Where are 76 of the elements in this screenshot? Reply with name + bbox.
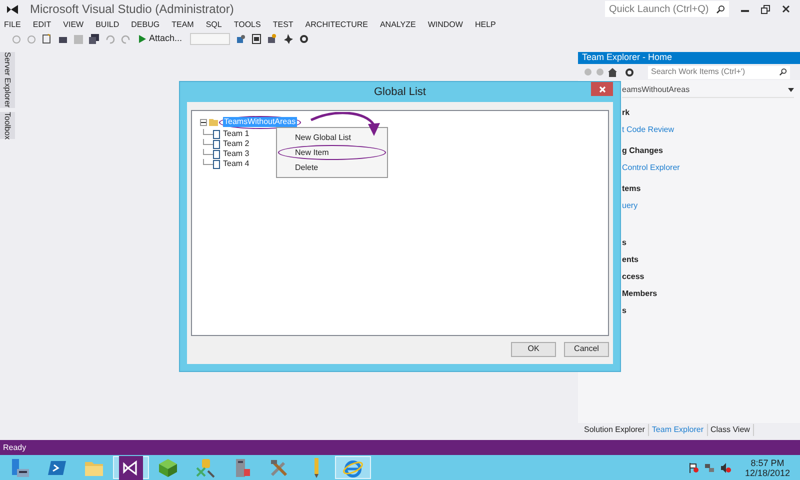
save-all-icon[interactable] [89,34,99,44]
close-icon[interactable] [782,5,790,13]
document-icon[interactable] [252,34,262,44]
side-tab[interactable]: Toolbox [0,112,15,140]
restore-icon[interactable] [761,4,770,14]
menu-item[interactable]: BUILD [96,19,120,31]
tree-item[interactable]: Team 2 [223,139,250,149]
panel-title: Team Explorer - Home [582,51,672,64]
menu-item[interactable]: VIEW [63,19,84,31]
menu-item[interactable]: TOOLS [234,19,261,31]
search-icon [779,68,787,76]
open-folder-icon[interactable] [58,34,68,44]
play-icon [139,35,146,43]
new-project-icon[interactable] [42,34,52,44]
search-icon [716,4,725,14]
section-heading[interactable]: ccess [622,270,794,283]
section-heading[interactable]: rk [622,106,794,119]
section-link[interactable]: Control Explorer [622,161,794,174]
tree-item[interactable]: Team 4 [223,159,250,169]
caret-icon[interactable] [788,88,794,92]
section-heading[interactable]: g Changes [622,144,794,157]
section-heading[interactable]: s [622,304,794,317]
dialog-title: Global List [374,84,426,100]
menu-item[interactable]: FILE [4,19,21,31]
menu-item[interactable]: SQL [206,19,222,31]
tree-item[interactable]: Team 3 [223,149,250,159]
dialog-button[interactable]: OK [511,342,556,356]
database-tools-icon [194,456,216,478]
pencil-icon [314,458,318,478]
find-icon[interactable] [236,34,246,44]
menu-item[interactable]: ARCHITECTURE [305,19,368,31]
menu-item[interactable]: EDIT [32,19,52,31]
quick-launch-field[interactable]: Quick Launch (Ctrl+Q) [605,1,729,17]
window-tools-icon[interactable] [267,34,278,44]
flag-icon[interactable] [688,462,699,472]
panel-tab[interactable]: Team Explorer [648,424,708,436]
context-menu-item[interactable]: New Global List [279,132,352,143]
minus-icon [201,120,206,124]
menu-item[interactable]: WINDOW [428,19,463,31]
status-text: Ready [3,442,26,454]
menu-item[interactable]: DEBUG [131,19,160,31]
menu-item[interactable]: TEST [272,19,294,31]
network-icon[interactable] [704,462,715,472]
project-name[interactable]: eamsWithoutAreas [622,84,690,96]
context-menu-item[interactable]: Delete [279,162,318,173]
section-heading[interactable]: s [622,236,794,249]
menu-item[interactable]: HELP [474,19,496,31]
panel-tab[interactable]: Class View [708,424,754,436]
panel-tab[interactable]: Solution Explorer [581,424,649,436]
tree-item[interactable]: Team 1 [223,129,250,139]
clock-date: 12/18/2012 [744,468,790,478]
side-tab[interactable]: Server Explorer [0,52,15,108]
attach-button[interactable]: Attach... [137,32,184,46]
search-field[interactable]: Search Work Items (Ctrl+') [648,66,790,78]
menu-item[interactable]: TEAM [172,19,194,31]
close-icon [598,86,606,92]
section-heading[interactable]: Members [622,287,794,300]
speaker-icon[interactable] [720,462,731,472]
server-icon [9,456,31,478]
folder-icon [209,118,218,126]
context-menu-item[interactable]: New Item [279,147,329,158]
dialog-button[interactable]: Cancel [564,342,609,356]
section-link[interactable]: uery [622,199,794,212]
close-button[interactable] [591,82,613,96]
cube-icon [157,456,179,478]
home-icon[interactable] [608,68,617,76]
dropdown-field[interactable] [190,33,230,45]
section-heading[interactable]: ents [622,253,794,266]
infinity-logo-icon [6,4,20,14]
menu-item[interactable]: ANALYZE [380,19,416,31]
expander[interactable] [200,118,207,126]
clock-time: 8:57 PM [750,458,784,468]
window-title: Microsoft Visual Studio (Administrator) [30,1,234,18]
section-link[interactable]: t Code Review [622,123,794,136]
section-heading[interactable]: tems [622,182,794,195]
taskbar-button[interactable] [113,456,149,479]
